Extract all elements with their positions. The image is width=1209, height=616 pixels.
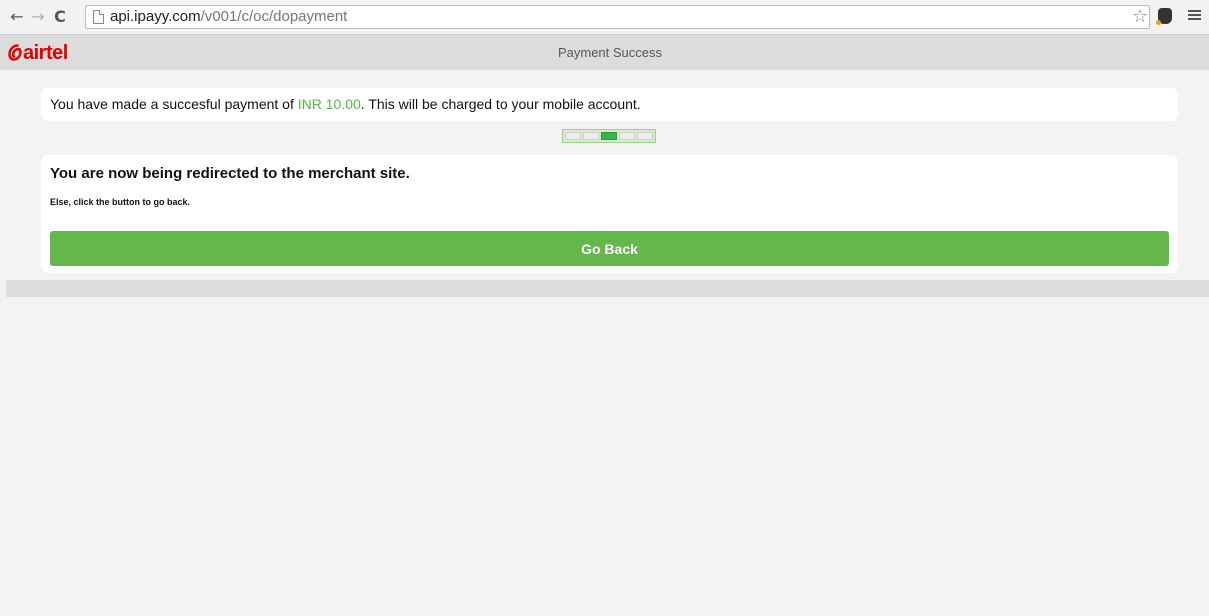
browser-toolbar: ← → C api.ipayy.com/v001/c/oc/dopayment … (0, 0, 1209, 35)
footer-bar (6, 280, 1209, 297)
progress-segment (565, 132, 581, 140)
go-back-button[interactable]: Go Back (50, 231, 1169, 266)
payment-text-before: You have made a succesful payment of (50, 96, 298, 112)
forward-arrow-icon[interactable]: → (29, 6, 47, 28)
progress-segment-active (601, 132, 617, 140)
page-title: Payment Success (557, 45, 663, 60)
payment-text-after: . This will be charged to your mobile ac… (360, 96, 641, 112)
payment-message: You have made a succesful payment of INR… (50, 96, 641, 112)
hamburger-menu-icon[interactable] (1188, 10, 1201, 20)
redirect-progress-indicator (562, 129, 656, 143)
page-icon (93, 10, 104, 24)
url-text: api.ipayy.com/v001/c/oc/dopayment (110, 8, 347, 26)
reload-icon[interactable]: C (51, 6, 69, 28)
address-bar[interactable]: api.ipayy.com/v001/c/oc/dopayment (85, 5, 1150, 29)
bookmark-star-icon[interactable]: ☆ (1132, 6, 1148, 28)
extension-icon[interactable] (1156, 8, 1172, 25)
back-arrow-icon[interactable]: ← (8, 6, 26, 28)
redirect-card: You are now being redirected to the merc… (41, 155, 1178, 273)
progress-segment (637, 132, 653, 140)
redirect-heading: You are now being redirected to the merc… (50, 165, 410, 182)
payment-amount: INR 10.00 (297, 96, 361, 112)
progress-segment (583, 132, 599, 140)
progress-segment (619, 132, 635, 140)
payment-confirmation-card: You have made a succesful payment of INR… (41, 88, 1178, 121)
site-header: airtel Payment Success (0, 35, 1209, 70)
url-path: /v001/c/oc/dopayment (200, 8, 348, 25)
redirect-subtext: Else, click the button to go back. (50, 197, 191, 207)
url-host: api.ipayy.com (110, 8, 201, 25)
